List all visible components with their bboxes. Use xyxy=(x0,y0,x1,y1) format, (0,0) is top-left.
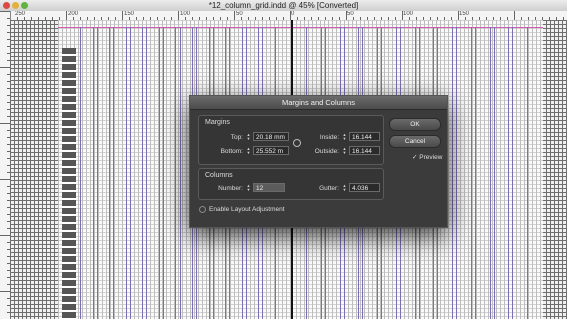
chain-link-icon[interactable] xyxy=(293,139,301,147)
preview-checkbox[interactable]: ✓ Preview xyxy=(412,153,442,161)
enable-layout-adjustment-checkbox[interactable]: Enable Layout Adjustment xyxy=(199,206,285,213)
indesign-document-window: *12_column_grid.indd @ 45% [Converted] 2… xyxy=(0,0,567,319)
ruler-tick xyxy=(0,11,10,12)
column-guide xyxy=(512,27,528,319)
ruler-tick xyxy=(346,11,347,20)
ruler-tick xyxy=(0,235,10,236)
ruler-tick xyxy=(0,123,10,124)
inside-margin-field[interactable]: 16.144 m xyxy=(349,132,380,141)
preview-label: Preview xyxy=(419,154,443,161)
minimize-window-button[interactable] xyxy=(12,2,19,9)
bottom-label: Bottom: xyxy=(220,148,243,155)
column-guide xyxy=(129,27,144,319)
ruler-label: 150 xyxy=(459,11,470,17)
top-label: Top: xyxy=(230,134,243,141)
top-margin-field[interactable]: 20.18 mm xyxy=(253,132,289,141)
checkbox-box[interactable] xyxy=(199,206,206,213)
bottom-margin-field[interactable]: 25.552 m xyxy=(253,146,289,155)
ruler-tick xyxy=(458,11,459,20)
ruler-tick xyxy=(66,11,67,20)
inside-stepper[interactable]: ▲ ▼ xyxy=(342,133,347,141)
ruler-tick xyxy=(0,67,10,68)
ruler-tick xyxy=(7,18,10,19)
ruler-tick xyxy=(0,179,10,180)
number-of-columns-field[interactable]: 12 xyxy=(253,183,285,192)
columns-legend: Columns xyxy=(205,172,233,179)
enable-layout-adjustment-label: Enable Layout Adjustment xyxy=(209,206,285,214)
inside-label: Inside: xyxy=(319,134,339,141)
column-guide xyxy=(162,27,177,319)
columns-group: Columns Number: ▲▼ 12 Gutter: ▲▼ 4.036 m… xyxy=(198,168,384,200)
column-guide xyxy=(80,27,94,319)
dialog-title: Margins and Columns xyxy=(190,96,447,110)
close-window-button[interactable] xyxy=(3,2,10,9)
margins-and-columns-dialog: Margins and Columns Margins Top: ▲ ▼ 20.1… xyxy=(189,95,448,228)
margins-group: Margins Top: ▲ ▼ 20.18 mm Bottom: ▲ ▼ 25.5… xyxy=(198,115,384,165)
cancel-button[interactable]: Cancel xyxy=(389,135,441,148)
outside-stepper[interactable]: ▲ ▼ xyxy=(342,147,347,155)
ruler-tick xyxy=(514,11,515,20)
ruler-tick xyxy=(290,11,291,20)
gutter-label: Gutter: xyxy=(319,185,339,192)
column-guide xyxy=(146,27,160,319)
gutter-stepper[interactable]: ▲ ▼ xyxy=(342,184,347,192)
column-guide xyxy=(493,27,510,319)
gutter-field[interactable]: 4.036 mm xyxy=(349,183,380,192)
ok-button[interactable]: OK xyxy=(389,118,441,131)
baseline-marker-strip xyxy=(62,48,76,319)
top-stepper[interactable]: ▲ ▼ xyxy=(246,133,251,141)
ruler-tick xyxy=(178,11,179,20)
ruler-tick xyxy=(234,11,235,20)
window-title: *12_column_grid.indd @ 45% [Converted] xyxy=(208,1,359,10)
column-guide xyxy=(474,27,491,319)
ruler-tick xyxy=(0,291,10,292)
margins-legend: Margins xyxy=(205,119,230,126)
zoom-window-button[interactable] xyxy=(21,2,28,9)
outside-label: Outside: xyxy=(314,148,339,155)
check-icon: ✓ xyxy=(412,154,418,161)
column-guide xyxy=(96,27,111,319)
ruler-tick xyxy=(122,11,123,20)
column-guide xyxy=(113,27,127,319)
number-label: Number: xyxy=(218,185,243,192)
bottom-stepper[interactable]: ▲ ▼ xyxy=(246,147,251,155)
column-guide xyxy=(456,27,472,319)
ruler-tick xyxy=(402,11,403,20)
ruler-label: 100 xyxy=(403,11,414,17)
outside-margin-field[interactable]: 16.144 m xyxy=(349,146,380,155)
number-stepper[interactable]: ▲ ▼ xyxy=(246,184,251,192)
ruler-label: 0 xyxy=(291,11,295,17)
